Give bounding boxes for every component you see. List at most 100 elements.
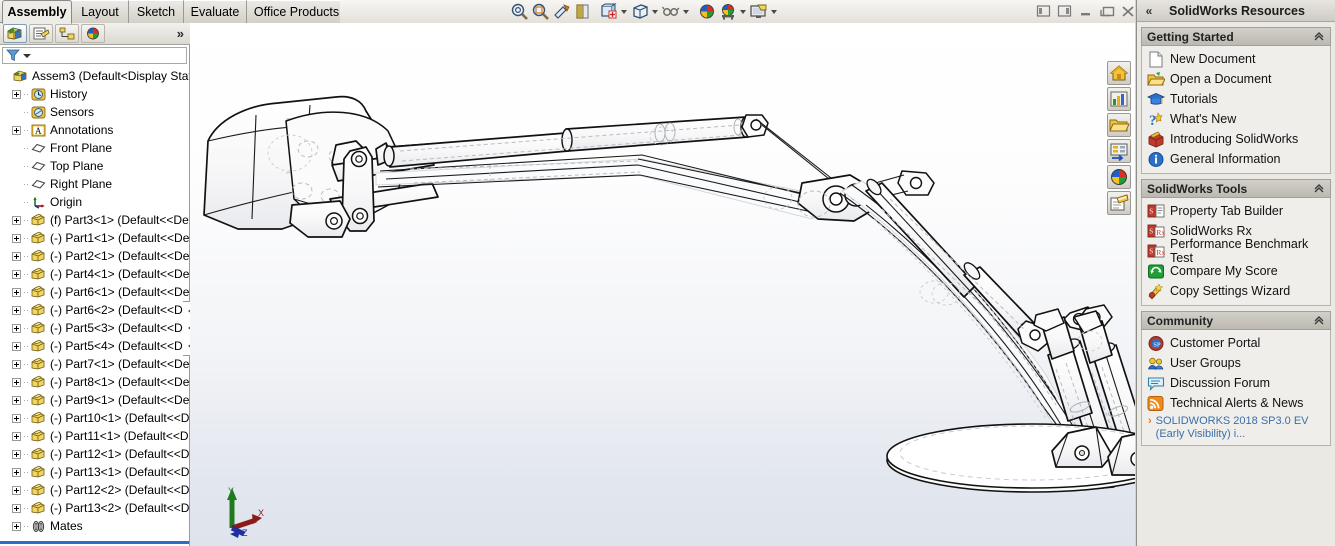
feature-manager-tab[interactable]	[3, 24, 27, 43]
configuration-manager-tab[interactable]	[55, 24, 79, 43]
view-display-states-icon[interactable]	[1107, 87, 1131, 111]
display-style-dropdown-arrow[interactable]	[651, 2, 660, 21]
zoom-to-fit-icon[interactable]	[510, 2, 530, 21]
expand-icon[interactable]	[12, 485, 21, 495]
tree-item[interactable]: ·· (-) Part10<1> (Default<<De	[0, 409, 189, 427]
restore-icon[interactable]	[1099, 4, 1115, 18]
view-settings-dropdown-arrow[interactable]	[770, 2, 779, 21]
tree-item[interactable]: ·· Origin	[0, 193, 189, 211]
apply-scene-dropdown-arrow[interactable]	[739, 2, 748, 21]
task-pane-link[interactable]: Technical Alerts & News	[1144, 393, 1328, 413]
expand-icon[interactable]	[12, 521, 21, 531]
section-view-icon[interactable]	[573, 2, 593, 21]
display-style-icon[interactable]	[630, 2, 650, 21]
tree-item[interactable]: ·· (-) Part5<3> (Default<<Def	[0, 319, 189, 337]
tree-item[interactable]: ·· (-) Part6<2> (Default<<Def	[0, 301, 189, 319]
expand-icon[interactable]	[12, 89, 21, 99]
tree-item[interactable]: ·· (-) Part13<1> (Default<<De	[0, 463, 189, 481]
tree-item[interactable]: ·· (-) Part8<1> (Default<<Def	[0, 373, 189, 391]
expand-icon[interactable]	[12, 215, 21, 225]
view-orientation-dropdown-arrow[interactable]	[620, 2, 629, 21]
view-settings-icon[interactable]	[749, 2, 769, 21]
expand-icon[interactable]	[12, 413, 21, 423]
tree-item[interactable]: ·· (-) Part1<1> (Default<<Def	[0, 229, 189, 247]
tree-item[interactable]: ·· (-) Part9<1> (Default<<Def	[0, 391, 189, 409]
tree-item[interactable]: ·· Front Plane	[0, 139, 189, 157]
news-item[interactable]: › SOLIDWORKS 2018 SP3.0 EV (Early Visibil…	[1144, 413, 1328, 441]
hide-show-items-dropdown-arrow[interactable]	[682, 2, 691, 21]
expand-icon[interactable]	[12, 395, 21, 405]
tree-item[interactable]: ·· History	[0, 85, 189, 103]
zoom-to-area-icon[interactable]	[531, 2, 551, 21]
task-pane-link[interactable]: Open a Document	[1144, 69, 1328, 89]
task-pane-link[interactable]: ? What's New	[1144, 109, 1328, 129]
expand-icon[interactable]	[12, 503, 21, 513]
command-tab-layout[interactable]: Layout	[72, 0, 129, 23]
expand-icon[interactable]	[12, 305, 21, 315]
hide-show-items-icon[interactable]	[661, 2, 681, 21]
expand-icon[interactable]	[12, 341, 21, 351]
expand-icon[interactable]	[12, 323, 21, 333]
task-pane-link[interactable]: S Property Tab Builder	[1144, 201, 1328, 221]
feature-tree[interactable]: Assem3 (Default<Display State ·· History ··…	[0, 67, 189, 544]
filter-dropdown-arrow[interactable]	[23, 53, 31, 58]
tree-item[interactable]: ·· (-) Part11<1> (Default<<De	[0, 427, 189, 445]
tree-item[interactable]: ·· (f) Part3<1> (Default<<Defà	[0, 211, 189, 229]
minimize-icon[interactable]	[1078, 4, 1093, 18]
section-header[interactable]: SolidWorks Tools	[1141, 179, 1331, 198]
expand-icon[interactable]	[12, 449, 21, 459]
task-pane-collapse-icon[interactable]: «	[1137, 4, 1159, 18]
apply-scene-icon[interactable]	[718, 2, 738, 21]
chevron-up-icon[interactable]	[1313, 30, 1325, 44]
expand-icon[interactable]	[12, 467, 21, 477]
command-tab-office-products[interactable]: Office Products	[247, 0, 347, 23]
tree-item[interactable]: ·· (-) Part4<1> (Default<<Def	[0, 265, 189, 283]
display-manager-tab[interactable]	[81, 24, 105, 43]
close-icon[interactable]	[1120, 4, 1135, 18]
tree-item[interactable]: ·· Sensors	[0, 103, 189, 121]
tree-item[interactable]: ·· (-) Part12<1> (Default<<De	[0, 445, 189, 463]
tree-filter-bar[interactable]	[2, 47, 187, 64]
tree-item[interactable]: ·· Mates	[0, 517, 189, 535]
tree-item[interactable]: ·· Top Plane	[0, 157, 189, 175]
tree-item[interactable]: ·· A Annotations	[0, 121, 189, 139]
scene-icon[interactable]	[1107, 191, 1131, 215]
property-manager-tab[interactable]	[29, 24, 53, 43]
chevron-up-icon[interactable]	[1313, 314, 1325, 328]
task-pane-link[interactable]: S Rx Performance Benchmark Test	[1144, 237, 1328, 265]
restore-left-icon[interactable]	[1036, 4, 1051, 18]
graphics-viewport[interactable]: .ol { fill:url(#metal); stroke:#111; str…	[190, 23, 1135, 546]
view-orientation-icon[interactable]	[599, 2, 619, 21]
tree-item[interactable]: ·· (-) Part12<2> (Default<<De	[0, 481, 189, 499]
view-home-icon[interactable]	[1107, 61, 1131, 85]
expand-icon[interactable]	[12, 287, 21, 297]
command-tab-evaluate[interactable]: Evaluate	[184, 0, 247, 23]
expand-icon[interactable]	[12, 269, 21, 279]
edit-appearance-icon[interactable]	[697, 2, 717, 21]
task-pane-link[interactable]: User Groups	[1144, 353, 1328, 373]
task-pane-link[interactable]: Introducing SolidWorks	[1144, 129, 1328, 149]
hide-show-icon[interactable]	[1107, 139, 1131, 163]
restore-right-icon[interactable]	[1057, 4, 1072, 18]
tree-item[interactable]: ·· (-) Part7<1> (Default<<Def	[0, 355, 189, 373]
previous-view-icon[interactable]	[552, 2, 572, 21]
chevron-up-icon[interactable]	[1313, 182, 1325, 196]
expand-icon[interactable]	[12, 377, 21, 387]
task-pane-link[interactable]: New Document	[1144, 49, 1328, 69]
section-header[interactable]: Getting Started	[1141, 27, 1331, 46]
tree-item[interactable]: Assem3 (Default<Display State	[0, 67, 189, 85]
appearances-icon[interactable]	[1107, 165, 1131, 189]
task-pane-link[interactable]: General Information	[1144, 149, 1328, 169]
command-tab-assembly[interactable]: Assembly	[2, 0, 72, 24]
expand-icon[interactable]	[12, 125, 21, 135]
task-pane-link[interactable]: SP Customer Portal	[1144, 333, 1328, 353]
task-pane-link[interactable]: Discussion Forum	[1144, 373, 1328, 393]
expand-icon[interactable]	[12, 431, 21, 441]
manager-overflow-chevron[interactable]: »	[177, 26, 184, 41]
section-header[interactable]: Community	[1141, 311, 1331, 330]
tree-item[interactable]: ·· Right Plane	[0, 175, 189, 193]
tree-item[interactable]: ·· (-) Part2<1> (Default<<Def	[0, 247, 189, 265]
tree-item[interactable]: ·· (-) Part13<2> (Default<<De	[0, 499, 189, 517]
open-folder-icon[interactable]	[1107, 113, 1131, 137]
tree-item[interactable]: ·· (-) Part6<1> (Default<<Def	[0, 283, 189, 301]
